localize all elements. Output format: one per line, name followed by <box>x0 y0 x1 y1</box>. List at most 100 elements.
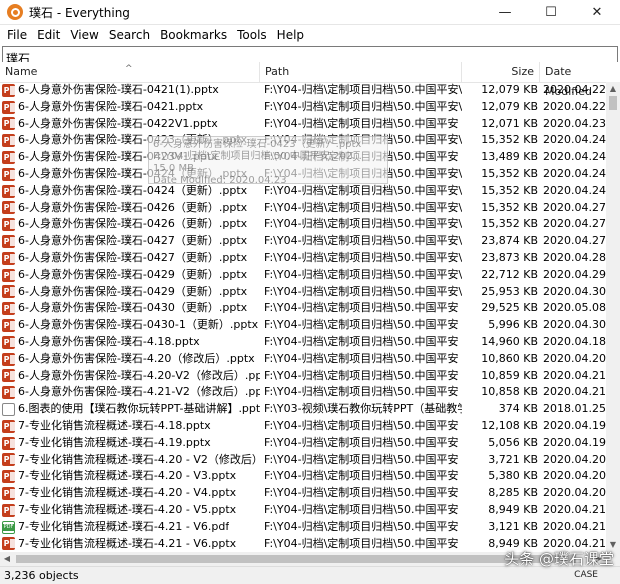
file-name-cell: 6-人身意外伤害保险-璞石-4.20（修改后）.pptx <box>2 351 260 368</box>
file-name: 7-专业化销售流程概述-璞石-4.20 - V2（修改后）.pptx <box>18 452 260 466</box>
menu-search[interactable]: Search <box>104 28 155 42</box>
file-size: 3,721 KB <box>488 452 538 466</box>
file-date: 2020.04.21 15 <box>543 385 606 399</box>
file-name-cell: 7-专业化销售流程概述-璞石-4.20 - V4.pptx <box>2 485 260 502</box>
table-row[interactable]: 6-人身意外伤害保险-璞石-0427（更新）.pptx F:\Y04-归档\定制项… <box>0 233 606 250</box>
table-row[interactable]: 6-人身意外伤害保险-璞石-0430-1（更新）.pptx F:\Y04-归档\定… <box>0 317 606 334</box>
file-name: 6-人身意外伤害保险-璞石-0421.pptx <box>18 99 204 113</box>
menu-edit[interactable]: Edit <box>32 28 65 42</box>
file-path: F:\Y04-归档\定制项目归档\50.中国平安\202... <box>264 99 462 113</box>
file-name: 6-人身意外伤害保险-璞石-4.20（修改后）.pptx <box>18 351 255 365</box>
powerpoint-file-icon <box>2 151 15 165</box>
table-row[interactable]: 7-专业化销售流程概述-璞石-4.20 - V2（修改后）.pptx F:\Y04… <box>0 452 606 469</box>
table-row[interactable]: 6-人身意外伤害保险-璞石-0429（更新）.pptx F:\Y04-归档\定制项… <box>0 284 606 301</box>
file-size: 23,873 KB <box>481 250 538 264</box>
file-date: 2018.01.25 21 <box>543 402 606 416</box>
powerpoint-file-icon <box>2 419 15 433</box>
file-name: 6-人身意外伤害保险-璞石-0421(1).pptx <box>18 83 219 96</box>
file-date: 2020.04.30 06 <box>543 284 606 298</box>
table-row[interactable]: 6-人身意外伤害保险-璞石-0430（更新）.pptx F:\Y04-归档\定制项… <box>0 300 606 317</box>
file-date: 2020.04.19 15 <box>543 418 606 432</box>
file-name: 6-人身意外伤害保险-璞石-4.18.pptx <box>18 334 200 348</box>
file-path: F:\Y04-归档\定制项目归档\50.中国平安\202... <box>264 234 462 248</box>
table-row[interactable]: 6-人身意外伤害保险-璞石-0429（更新）.pptx F:\Y04-归档\定制项… <box>0 267 606 284</box>
file-date: 2020.04.24 10 <box>543 133 606 147</box>
column-header-name[interactable]: Name ^ <box>0 62 260 82</box>
table-row[interactable]: 7-专业化销售流程概述-璞石-4.20 - V5.pptx F:\Y04-归档\定… <box>0 502 606 519</box>
file-name: 6-人身意外伤害保险-璞石-0426（更新）.pptx <box>18 200 248 214</box>
file-size: 12,079 KB <box>481 99 538 113</box>
column-header: Name ^ Path Size Date Modified <box>0 62 620 98</box>
file-date: 2020.04.22 17 <box>543 99 606 113</box>
column-header-path[interactable]: Path <box>260 62 462 82</box>
powerpoint-file-icon <box>2 251 15 265</box>
file-date: 2020.05.08 10 <box>543 301 606 315</box>
table-row[interactable]: 6-人身意外伤害保险-璞石-0427（更新）.pptx F:\Y04-归档\定制项… <box>0 250 606 267</box>
match-case-indicator: CASE <box>574 570 598 580</box>
column-header-size[interactable]: Size <box>462 62 540 82</box>
powerpoint-file-icon <box>2 369 15 383</box>
file-size: 15,352 KB <box>481 166 538 180</box>
file-name-cell: 6-人身意外伤害保险-璞石-4.20-V2（修改后）.pptx <box>2 368 260 385</box>
table-row[interactable]: 7-专业化销售流程概述-璞石-4.19.pptx F:\Y04-归档\定制项目归档… <box>0 435 606 452</box>
table-row[interactable]: 6-人身意外伤害保险-璞石-0421(1).pptx F:\Y04-归档\定制项目… <box>0 82 606 99</box>
table-row[interactable]: 7-专业化销售流程概述-璞石-4.20 - V3.pptx F:\Y04-归档\定… <box>0 468 606 485</box>
file-name-cell: 6-人身意外伤害保险-璞石-0422V1.pptx <box>2 116 260 133</box>
file-path: F:\Y04-归档\定制项目归档\50.中国平安 <box>264 452 459 466</box>
file-size: 8,949 KB <box>488 502 538 516</box>
table-row[interactable]: 6-人身意外伤害保险-璞石-4.20-V2（修改后）.pptx F:\Y04-归档… <box>0 368 606 385</box>
table-row[interactable]: 6-人身意外伤害保险-璞石-4.21-V2（修改后）.pptx F:\Y04-归档… <box>0 384 606 401</box>
maximize-button[interactable]: ☐ <box>528 0 574 24</box>
menu-file[interactable]: File <box>2 28 32 42</box>
file-path: F:\Y04-归档\定制项目归档\50.中国平安 <box>264 519 459 533</box>
table-row[interactable]: 6-人身意外伤害保险-璞石-4.18.pptx F:\Y04-归档\定制项目归档\… <box>0 334 606 351</box>
menu-bookmarks[interactable]: Bookmarks <box>155 28 232 42</box>
table-row[interactable]: 6-人身意外伤害保险-璞石-0426（更新）.pptx F:\Y04-归档\定制项… <box>0 200 606 217</box>
file-name: 6.图表的使用【璞石教你玩转PPT-基础讲解】.pptx <box>18 402 260 416</box>
table-row[interactable]: 6-人身意外伤害保险-璞石-0422V1.pptx F:\Y04-归档\定制项目归… <box>0 116 606 133</box>
table-row[interactable]: 7-专业化销售流程概述-璞石-4.20 - V4.pptx F:\Y04-归档\定… <box>0 485 606 502</box>
file-path: F:\Y04-归档\定制项目归档\50.中国平安 <box>264 116 459 130</box>
file-date: 2020.04.24 22 <box>543 183 606 197</box>
file-size: 25,953 KB <box>481 284 538 298</box>
file-size: 15,352 KB <box>481 133 538 147</box>
file-date: 2020.04.29 12 <box>543 267 606 281</box>
vertical-scrollbar[interactable]: ▲ ▼ <box>606 82 620 552</box>
object-count: 3,236 objects <box>4 569 79 582</box>
column-header-date[interactable]: Date Modified <box>540 62 620 98</box>
file-size: 5,380 KB <box>488 469 538 483</box>
vertical-scroll-thumb[interactable] <box>609 96 617 110</box>
powerpoint-file-icon <box>2 285 15 299</box>
minimize-button[interactable]: — <box>482 0 528 24</box>
file-name: 6-人身意外伤害保险-璞石-0426（更新）.pptx <box>18 217 248 231</box>
horizontal-scroll-thumb[interactable] <box>16 555 576 563</box>
tooltip-size: 15.0 MB <box>153 163 194 174</box>
table-row[interactable]: 6-人身意外伤害保险-璞石-0426（更新）.pptx F:\Y04-归档\定制项… <box>0 216 606 233</box>
table-row[interactable]: 7-专业化销售流程概述-璞石-4.18.pptx F:\Y04-归档\定制项目归档… <box>0 418 606 435</box>
file-name: 7-专业化销售流程概述-璞石-4.20 - V4.pptx <box>18 486 237 500</box>
powerpoint-file-icon <box>2 218 15 232</box>
scroll-up-icon[interactable]: ▲ <box>606 82 620 96</box>
table-row[interactable]: 6-人身意外伤害保险-璞石-0421.pptx F:\Y04-归档\定制项目归档\… <box>0 99 606 116</box>
table-row[interactable]: 6.图表的使用【璞石教你玩转PPT-基础讲解】.pptx F:\Y03-视频\璞石… <box>0 401 606 418</box>
file-date: 2020.04.22 17 <box>543 83 606 96</box>
menu-help[interactable]: Help <box>272 28 309 42</box>
table-row[interactable]: 6-人身意外伤害保险-璞石-4.20（修改后）.pptx F:\Y04-归档\定制… <box>0 351 606 368</box>
file-date: 2020.04.24 18 <box>543 150 606 164</box>
powerpoint-file-icon <box>2 352 15 366</box>
file-path: F:\Y04-归档\定制项目归档\50.中国平安\202... <box>264 83 462 96</box>
scroll-left-icon[interactable]: ◀ <box>0 552 14 566</box>
column-size-label: Size <box>511 65 534 78</box>
file-name-cell: 7-专业化销售流程概述-璞石-4.19.pptx <box>2 435 260 452</box>
close-button[interactable]: ✕ <box>574 0 620 24</box>
file-path: F:\Y04-归档\定制项目归档\50.中国平安 <box>264 536 459 550</box>
file-size: 5,056 KB <box>488 435 538 449</box>
menu-view[interactable]: View <box>65 28 103 42</box>
table-row[interactable]: 7-专业化销售流程概述-璞石-4.21 - V6.pdf F:\Y04-归档\定制… <box>0 519 606 536</box>
menu-tools[interactable]: Tools <box>232 28 272 42</box>
file-name: 6-人身意外伤害保险-璞石-4.20-V2（修改后）.pptx <box>18 368 260 382</box>
column-name-label: Name <box>5 65 38 78</box>
file-path: F:\Y04-归档\定制项目归档\50.中国平安 <box>264 502 459 516</box>
tooltip-path: F:\Y04-归档\定制项目归档\50.中国平安\202... <box>153 151 362 162</box>
powerpoint-file-icon <box>2 503 15 517</box>
